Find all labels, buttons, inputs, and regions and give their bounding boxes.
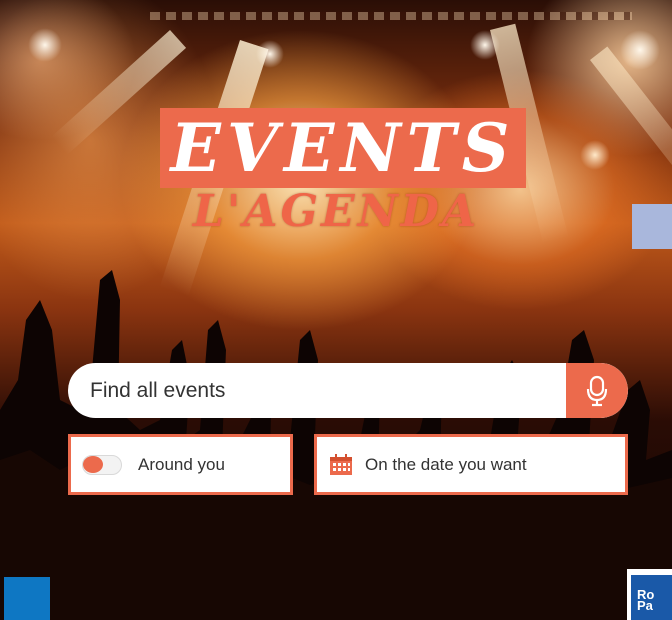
concert-background bbox=[0, 0, 672, 620]
toggle-knob bbox=[83, 455, 103, 473]
spotlight bbox=[580, 140, 610, 170]
events-title: EVENTS bbox=[170, 109, 516, 187]
date-filter-label: On the date you want bbox=[365, 454, 527, 474]
decorative-panel bbox=[632, 204, 672, 249]
around-you-filter[interactable]: Around you bbox=[68, 434, 293, 495]
spotlight bbox=[28, 28, 62, 62]
spotlight bbox=[620, 30, 660, 70]
microphone-icon bbox=[586, 375, 608, 406]
events-title-banner: EVENTS bbox=[160, 108, 526, 188]
logo-text-line2: Pa bbox=[637, 598, 653, 613]
around-you-label: Around you bbox=[138, 454, 225, 474]
spotlight bbox=[470, 30, 500, 60]
logo-badge: Ro Pa bbox=[631, 575, 672, 620]
agenda-subtitle: L'AGENDA bbox=[192, 186, 480, 237]
blue-corner-tile bbox=[4, 577, 50, 620]
calendar-icon bbox=[329, 453, 353, 476]
date-filter[interactable]: On the date you want bbox=[314, 434, 628, 495]
partner-logo[interactable]: Ro Pa bbox=[627, 569, 672, 620]
stage-truss bbox=[150, 12, 632, 20]
voice-search-button[interactable] bbox=[566, 363, 628, 418]
light-beam bbox=[590, 46, 672, 218]
spotlight bbox=[256, 40, 284, 68]
search-input[interactable]: Find all events bbox=[68, 379, 566, 403]
search-bar[interactable]: Find all events bbox=[68, 363, 628, 418]
location-toggle[interactable] bbox=[82, 454, 122, 475]
